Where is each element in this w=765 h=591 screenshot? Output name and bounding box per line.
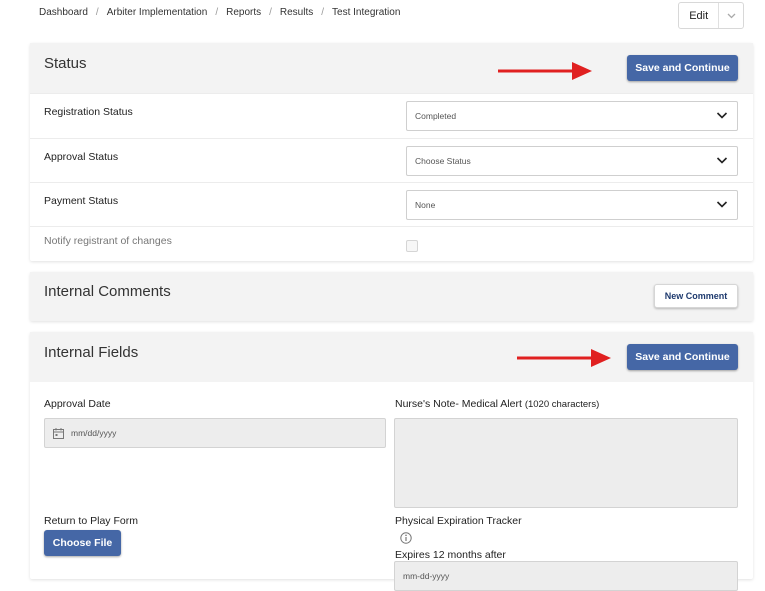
approval-status-label: Approval Status — [44, 151, 119, 163]
expires-text: Expires 12 months after — [395, 549, 506, 561]
approval-date-label: Approval Date — [44, 398, 111, 410]
approval-date-placeholder: mm/dd/yyyy — [71, 428, 117, 438]
approval-date-input[interactable]: mm/dd/yyyy — [44, 418, 386, 448]
new-comment-button[interactable]: New Comment — [654, 284, 738, 308]
info-icon[interactable] — [400, 532, 412, 544]
internal-fields-title: Internal Fields — [44, 344, 139, 361]
physical-expiration-tracker-label: Physical Expiration Tracker — [395, 515, 522, 527]
registration-status-row: Registration Status Completed — [30, 93, 753, 138]
breadcrumb-results[interactable]: Results — [280, 7, 313, 18]
breadcrumb-reports[interactable]: Reports — [226, 7, 261, 18]
registration-status-value: Completed — [415, 111, 457, 121]
edit-dropdown: Edit — [678, 2, 744, 29]
payment-status-label: Payment Status — [44, 195, 119, 207]
internal-comments-header: Internal Comments New Comment — [30, 272, 753, 321]
red-arrow-annotation — [517, 349, 611, 367]
nurse-note-label-text: Nurse's Note- Medical Alert — [395, 398, 522, 410]
status-title: Status — [44, 55, 87, 72]
status-card-header: Status Save and Continue — [30, 43, 753, 93]
breadcrumb-separator: / — [95, 7, 99, 18]
choose-file-button[interactable]: Choose File — [44, 530, 121, 556]
save-and-continue-button[interactable]: Save and Continue — [627, 55, 738, 81]
expiration-date-placeholder: mm-dd-yyyy — [403, 571, 450, 581]
internal-fields-header: Internal Fields Save and Continue — [30, 332, 753, 382]
internal-comments-card: Internal Comments New Comment — [30, 272, 753, 321]
nurse-note-char-hint: (1020 characters) — [524, 399, 600, 410]
internal-fields-card: Internal Fields Save and Continue Approv… — [30, 332, 753, 591]
chevron-down-icon — [716, 201, 728, 208]
edit-dropdown-toggle[interactable] — [718, 3, 743, 28]
breadcrumb-arbiter-implementation[interactable]: Arbiter Implementation — [107, 7, 208, 18]
chevron-down-icon — [727, 13, 736, 18]
notify-registrant-checkbox[interactable] — [406, 240, 418, 252]
payment-status-value: None — [415, 200, 436, 210]
breadcrumb-test-integration: Test Integration — [332, 7, 401, 18]
notify-registrant-label: Notify registrant of changes — [44, 235, 172, 247]
chevron-down-icon — [716, 112, 728, 119]
save-and-continue-button[interactable]: Save and Continue — [627, 344, 738, 370]
registration-status-label: Registration Status — [44, 106, 133, 118]
registration-status-select[interactable]: Completed — [406, 101, 738, 131]
approval-status-row: Approval Status Choose Status — [30, 138, 753, 182]
breadcrumb-separator: / — [321, 7, 325, 18]
chevron-down-icon — [716, 157, 728, 164]
edit-button[interactable]: Edit — [679, 3, 718, 28]
nurse-note-label: Nurse's Note- Medical Alert (1020 charac… — [395, 398, 599, 410]
breadcrumb-separator: / — [269, 7, 272, 18]
status-card: Status Save and Continue Registration St… — [30, 43, 753, 261]
calendar-icon — [53, 427, 64, 439]
breadcrumb-dashboard[interactable]: Dashboard — [39, 7, 88, 18]
payment-status-select[interactable]: None — [406, 190, 738, 220]
red-arrow-annotation — [498, 62, 592, 80]
payment-status-row: Payment Status None — [30, 182, 753, 226]
breadcrumb: Dashboard / Arbiter Implementation / Rep… — [39, 7, 400, 18]
expiration-date-input[interactable]: mm-dd-yyyy — [394, 561, 738, 591]
nurse-note-textarea[interactable] — [394, 418, 738, 508]
breadcrumb-separator: / — [215, 7, 219, 18]
approval-status-select[interactable]: Choose Status — [406, 146, 738, 176]
approval-status-value: Choose Status — [415, 156, 471, 166]
return-to-play-label: Return to Play Form — [44, 515, 138, 527]
notify-row: Notify registrant of changes — [30, 226, 753, 261]
internal-comments-title: Internal Comments — [44, 283, 171, 300]
